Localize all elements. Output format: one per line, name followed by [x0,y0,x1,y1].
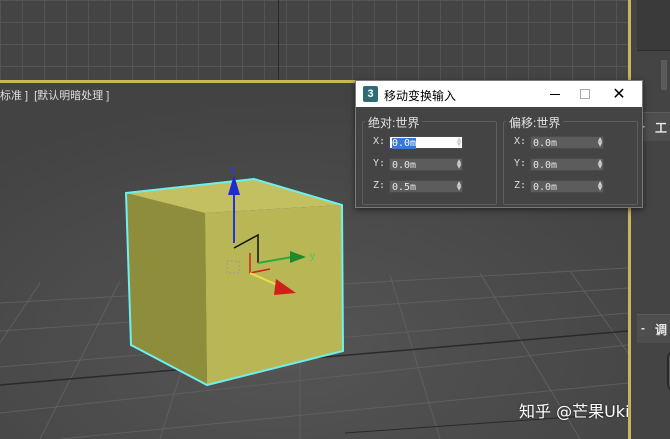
viewport-divider [278,0,279,80]
viewport-view-label[interactable]: 标准 ] [0,90,28,102]
gizmo-z-label: z [230,165,235,176]
top-viewport[interactable] [0,0,628,83]
offset-y-label: Y: [514,158,527,169]
move-transform-type-in-dialog: 3 移动变换输入 ✕ X: 0.0m ▲ ▼ Y: 0.0m ▲ ▼ Z: 0.5m… [355,80,643,208]
dialog-title: 移动变换输入 [384,89,457,103]
offset-x-input[interactable]: 0.0m [530,136,604,149]
absolute-world-group: X: 0.0m ▲ ▼ Y: 0.0m ▲ ▼ Z: 0.5m ▲ ▼ [362,121,497,205]
collapse-icon: - [641,321,645,335]
app-icon: 3 [363,86,378,102]
offset-x-spinner[interactable]: ▲ ▼ [596,137,604,148]
watermark: 知乎 @芒果Uki [519,402,630,421]
offset-world-title: 偏移:世界 [506,114,564,131]
viewport-shading-label[interactable]: [默认明暗处理 ] [34,90,109,102]
absolute-z-spinner[interactable]: ▲ ▼ [455,181,463,192]
absolute-x-label: X: [373,136,386,147]
minimize-button[interactable] [540,81,570,107]
rollout-adjust[interactable]: - 调 [637,314,670,343]
offset-x-label: X: [514,136,527,147]
offset-world-group: X: 0.0m ▲ ▼ Y: 0.0m ▲ ▼ Z: 0.0m ▲ ▼ [503,121,638,205]
absolute-x-input[interactable]: 0.0m [389,136,463,149]
rollout-tools-label: 工 [655,121,668,135]
offset-z-spinner[interactable]: ▲ ▼ [596,181,604,192]
absolute-y-input[interactable]: 0.0m [389,158,463,171]
absolute-y-label: Y: [373,158,386,169]
absolute-world-title: 绝对:世界 [365,114,423,131]
offset-z-label: Z: [514,180,527,191]
offset-y-spinner[interactable]: ▲ ▼ [596,159,604,170]
gizmo-y-label: y [310,251,315,262]
panel-header [637,0,670,51]
absolute-y-spinner[interactable]: ▲ ▼ [455,159,463,170]
rollout-adjust-label: 调 [655,323,668,337]
dialog-titlebar[interactable]: 3 移动变换输入 ✕ [356,81,642,107]
offset-z-input[interactable]: 0.0m [530,180,604,193]
close-button[interactable]: ✕ [604,81,634,107]
command-panel: - 工 - 调 [628,0,670,439]
absolute-z-label: Z: [373,180,386,191]
offset-y-input[interactable]: 0.0m [530,158,604,171]
panel-scrollbar[interactable] [661,60,667,90]
absolute-x-spinner[interactable]: ▲ ▼ [455,137,463,148]
maximize-button[interactable] [570,81,600,107]
viewport-label[interactable]: 标准 ] [默认明暗处理 ] [0,87,115,103]
absolute-z-input[interactable]: 0.5m [389,180,463,193]
